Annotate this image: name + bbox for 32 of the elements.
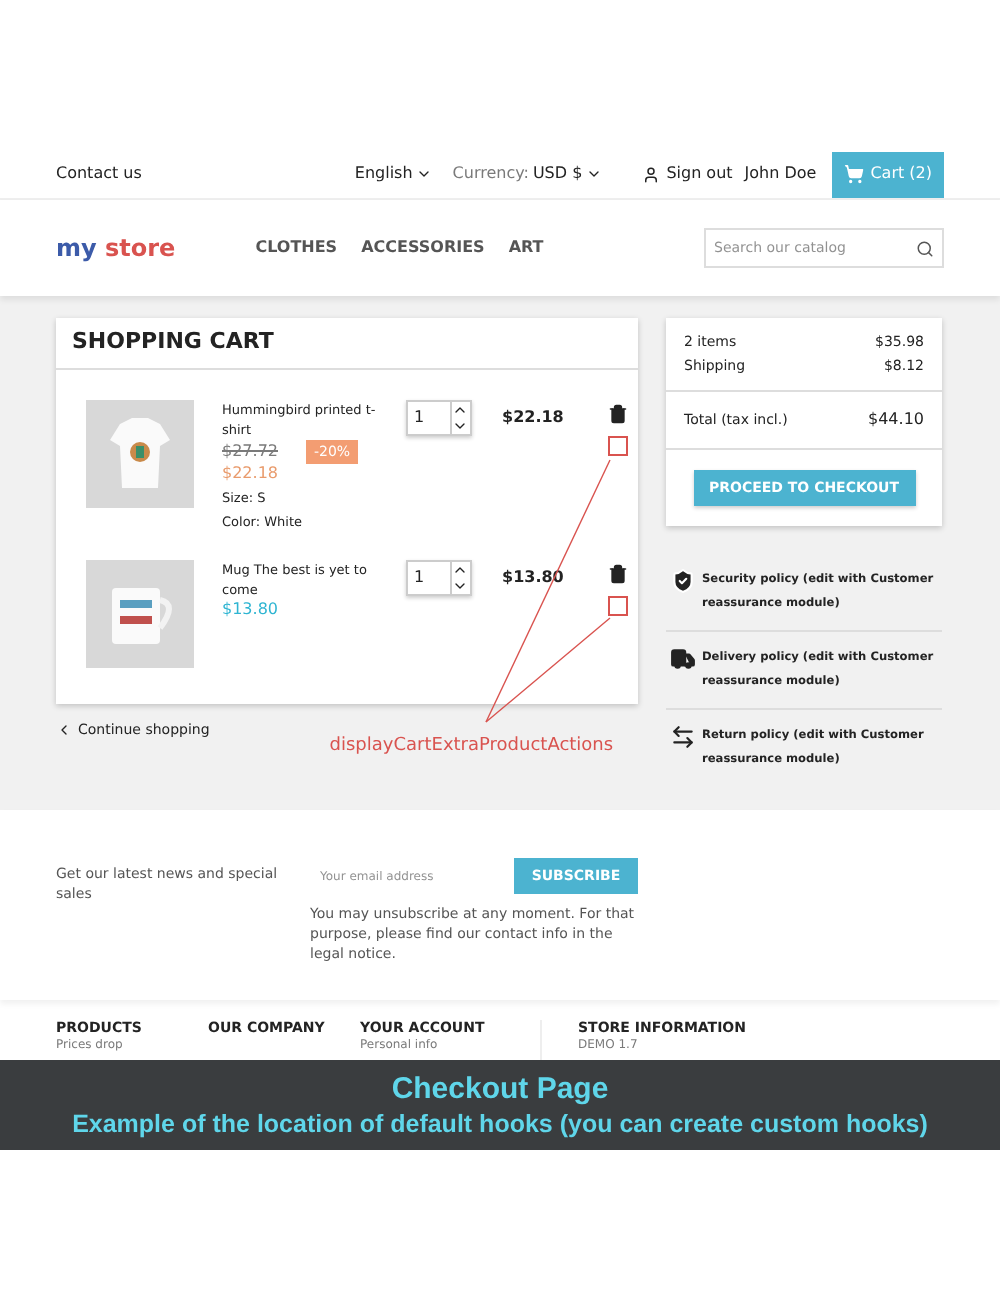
total-value: $44.10 [868,408,924,432]
sign-out-link[interactable]: Sign out [666,162,733,186]
shield-icon [670,568,696,594]
hook-marker [607,596,628,616]
hook-label: displayCartExtraProductActions [329,734,614,760]
chevron-left-icon [56,722,72,739]
old-price: $27.72 [222,442,278,462]
hook-marker [607,436,628,456]
cart-icon [844,164,865,184]
product-price: $13.80 [222,600,280,620]
user-icon [642,165,661,183]
contact-link[interactable]: Contact us [56,162,142,186]
user-name[interactable]: John Doe [744,162,817,186]
currency-selector[interactable]: USD $ [532,162,603,186]
category-link[interactable]: CLOTHES [255,236,338,260]
store-logo[interactable]: my store [56,230,176,266]
delete-icon[interactable] [607,404,628,424]
delete-icon[interactable] [607,564,628,584]
banner-title: Checkout Page [391,1071,609,1107]
category-link[interactable]: ACCESSORIES [361,236,485,260]
caret-icon [416,166,433,182]
currency-label: Currency: [452,162,529,186]
truck-icon [670,646,696,672]
category-link[interactable]: ART [508,236,544,260]
line-total: $22.18 [502,406,564,430]
cart-title: SHOPPING CART [72,326,274,359]
caret-icon [586,166,603,182]
arrows-icon [670,724,696,750]
banner-subtitle: Example of the location of default hooks (you can create custom hooks) [72,1107,928,1139]
language-selector[interactable]: English [354,162,433,186]
product-price: $22.18 [222,464,280,484]
search-icon[interactable] [916,239,934,257]
